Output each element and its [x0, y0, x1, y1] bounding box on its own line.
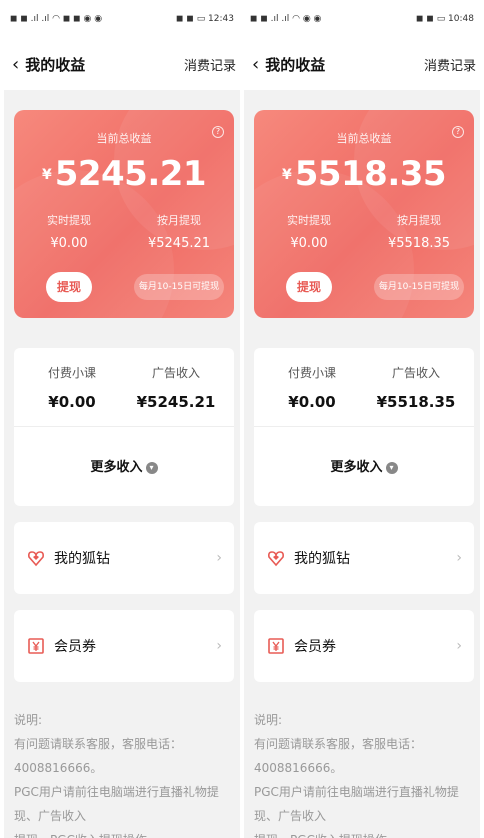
earnings-card: ? 当前总收益 ¥5518.35 实时提现 ¥0.00 按月提现 ¥5518.3… — [254, 110, 474, 318]
more-income-label: 更多收入 — [330, 460, 383, 475]
status-bar: ◼ ◼ .ıl .ıl ◠ ◉ ◉ ◼ ◼ ▭ 10:48 — [244, 0, 480, 38]
paid-course-value: ¥0.00 — [288, 393, 336, 411]
notes-line: 有问题请联系客服，客服电话：4008816666。 — [14, 737, 183, 775]
status-icons-left: ◼ ◼ .ıl .ıl ◠ ◉ ◉ — [250, 14, 322, 24]
realtime-withdraw-value: ¥0.00 — [50, 236, 88, 251]
member-coupon-label: 会员券 — [294, 639, 336, 655]
member-coupon-item[interactable]: 会员券 › — [254, 610, 474, 682]
realtime-withdraw: 实时提现 ¥0.00 — [24, 212, 114, 251]
consumption-record-link[interactable]: 消费记录 — [424, 55, 476, 74]
total-earnings-label: 当前总收益 — [96, 132, 152, 145]
nav-bar: ‹ 我的收益 消费记录 — [244, 38, 480, 90]
heart-diamond-icon — [26, 548, 46, 568]
paid-course-income: 付费小课 ¥0.00 — [262, 364, 362, 411]
realtime-withdraw-label: 实时提现 — [47, 214, 91, 227]
yen-ticket-icon — [266, 636, 286, 656]
status-icons-left: ◼ ◼ .ıl .ıl ◠ ◼ ◼ ◉ ◉ — [10, 14, 103, 24]
chevron-right-icon: › — [216, 638, 222, 654]
divider — [14, 426, 234, 427]
more-income-button[interactable]: 更多收入 ▾ — [14, 456, 234, 475]
notes: 说明: 有问题请联系客服，客服电话：4008816666。 PGC用户请前往电脑… — [254, 708, 478, 838]
total-earnings-value: 5245.21 — [54, 154, 207, 194]
ad-income-value: ¥5518.35 — [376, 393, 456, 411]
realtime-withdraw: 实时提现 ¥0.00 — [264, 212, 354, 251]
divider — [254, 426, 474, 427]
paid-course-income: 付费小课 ¥0.00 — [22, 364, 122, 411]
member-coupon-label: 会员券 — [54, 639, 96, 655]
earnings-card: ? 当前总收益 ¥5245.21 实时提现 ¥0.00 按月提现 ¥5245.2… — [14, 110, 234, 318]
notes-line: 提现、PGC收入提现操作。 — [14, 828, 238, 838]
monthly-withdraw-value: ¥5245.21 — [147, 236, 211, 251]
monthly-withdraw: 按月提现 ¥5245.21 — [134, 212, 224, 251]
monthly-withdraw: 按月提现 ¥5518.35 — [374, 212, 464, 251]
currency-symbol: ¥ — [41, 167, 52, 183]
withdraw-button[interactable]: 提现 — [46, 272, 92, 302]
nav-bar: ‹ 我的收益 消费记录 — [4, 38, 240, 90]
page-title: 我的收益 — [265, 55, 326, 74]
paid-course-label: 付费小课 — [287, 366, 336, 380]
chevron-left-icon: ‹ — [12, 53, 20, 75]
notes-line: PGC用户请前往电脑端进行直播礼物提现、广告收入 — [14, 785, 219, 823]
my-fox-diamond-label: 我的狐钻 — [294, 551, 350, 567]
notes-line: 说明: — [14, 713, 43, 727]
more-income-button[interactable]: 更多收入 ▾ — [254, 456, 474, 475]
chevron-down-icon: ▾ — [145, 462, 158, 474]
realtime-withdraw-label: 实时提现 — [287, 214, 331, 227]
status-icons-right: ◼ ◼ ▭ 12:43 — [176, 14, 234, 24]
member-coupon-item[interactable]: 会员券 › — [14, 610, 234, 682]
heart-diamond-icon — [266, 548, 286, 568]
chevron-right-icon: › — [456, 638, 462, 654]
my-fox-diamond-item[interactable]: 我的狐钻 › — [254, 522, 474, 594]
paid-course-label: 付费小课 — [47, 366, 96, 380]
income-panel: 付费小课 ¥0.00 广告收入 ¥5245.21 更多收入 ▾ — [14, 348, 234, 506]
paid-course-value: ¥0.00 — [48, 393, 96, 411]
monthly-withdraw-hint: 每月10-15日可提现 — [134, 274, 224, 300]
notes-line: PGC用户请前往电脑端进行直播礼物提现、广告收入 — [254, 785, 459, 823]
income-panel: 付费小课 ¥0.00 广告收入 ¥5518.35 更多收入 ▾ — [254, 348, 474, 506]
earnings-screen-1: ◼ ◼ .ıl .ıl ◠ ◼ ◼ ◉ ◉ ◼ ◼ ▭ 12:43 ‹ 我的收益… — [4, 0, 240, 838]
withdraw-button[interactable]: 提现 — [286, 272, 332, 302]
total-earnings: ¥5518.35 — [254, 154, 474, 194]
my-fox-diamond-item[interactable]: 我的狐钻 › — [14, 522, 234, 594]
monthly-withdraw-label: 按月提现 — [157, 214, 201, 227]
status-bar: ◼ ◼ .ıl .ıl ◠ ◼ ◼ ◉ ◉ ◼ ◼ ▭ 12:43 — [4, 0, 240, 38]
notes-line: 提现、PGC收入提现操作。 — [254, 828, 478, 838]
earnings-screen-2: ◼ ◼ .ıl .ıl ◠ ◉ ◉ ◼ ◼ ▭ 10:48 ‹ 我的收益 消费记… — [244, 0, 480, 838]
total-earnings: ¥5245.21 — [14, 154, 234, 194]
total-earnings-label: 当前总收益 — [336, 132, 392, 145]
notes-line: 说明: — [254, 713, 283, 727]
more-income-label: 更多收入 — [90, 460, 143, 475]
monthly-withdraw-label: 按月提现 — [397, 214, 441, 227]
ad-income-label: 广告收入 — [151, 366, 200, 380]
yen-ticket-icon — [26, 636, 46, 656]
ad-income: 广告收入 ¥5518.35 — [366, 364, 466, 411]
monthly-withdraw-hint: 每月10-15日可提现 — [374, 274, 464, 300]
chevron-right-icon: › — [216, 550, 222, 566]
realtime-withdraw-value: ¥0.00 — [290, 236, 328, 251]
page-title: 我的收益 — [25, 55, 86, 74]
chevron-down-icon: ▾ — [385, 462, 398, 474]
chevron-right-icon: › — [456, 550, 462, 566]
currency-symbol: ¥ — [281, 167, 292, 183]
notes-line: 有问题请联系客服，客服电话：4008816666。 — [254, 737, 423, 775]
my-fox-diamond-label: 我的狐钻 — [54, 551, 110, 567]
total-earnings-value: 5518.35 — [294, 154, 447, 194]
notes: 说明: 有问题请联系客服，客服电话：4008816666。 PGC用户请前往电脑… — [14, 708, 238, 838]
monthly-withdraw-value: ¥5518.35 — [387, 236, 451, 251]
consumption-record-link[interactable]: 消费记录 — [184, 55, 236, 74]
back-button[interactable]: ‹ 我的收益 — [252, 54, 325, 75]
chevron-left-icon: ‹ — [252, 53, 260, 75]
ad-income: 广告收入 ¥5245.21 — [126, 364, 226, 411]
comparison-canvas: ◼ ◼ .ıl .ıl ◠ ◼ ◼ ◉ ◉ ◼ ◼ ▭ 12:43 ‹ 我的收益… — [0, 0, 484, 838]
status-icons-right: ◼ ◼ ▭ 10:48 — [416, 14, 474, 24]
back-button[interactable]: ‹ 我的收益 — [12, 54, 85, 75]
ad-income-label: 广告收入 — [391, 366, 440, 380]
ad-income-value: ¥5245.21 — [136, 393, 216, 411]
